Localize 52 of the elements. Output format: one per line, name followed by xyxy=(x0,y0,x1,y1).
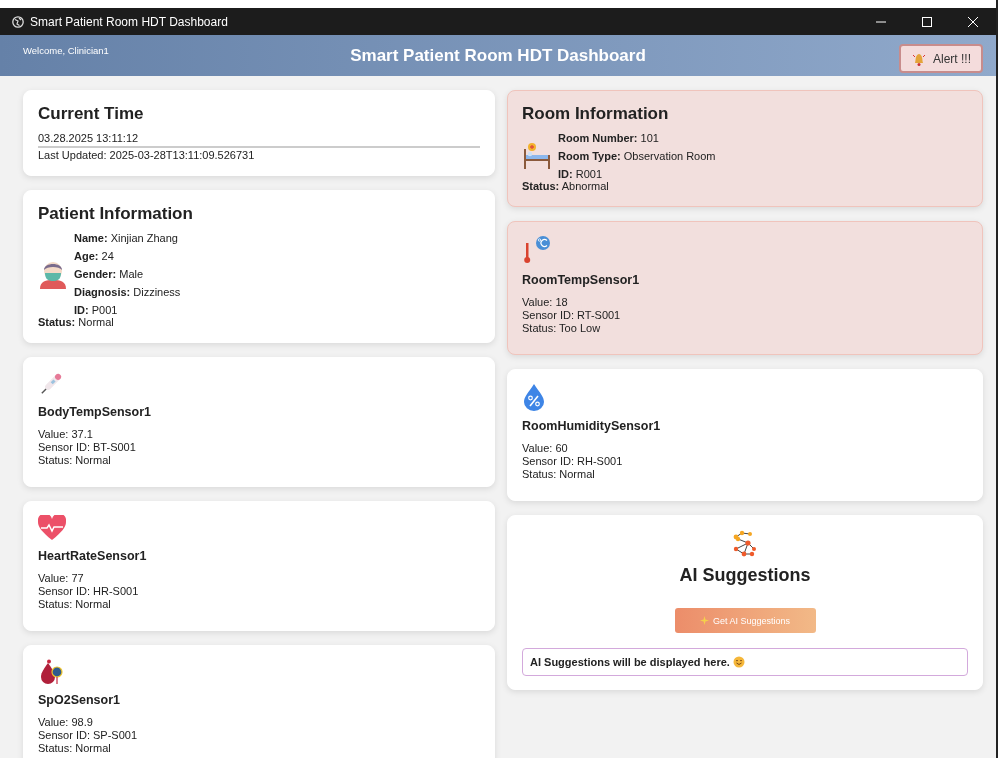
current-time: 03.28.2025 13:11:12 xyxy=(38,132,140,145)
patient-field: Age: 24 xyxy=(74,250,181,262)
sensor-name: RoomTempSensor1 xyxy=(522,273,641,287)
welcome-text: Welcome, Clinician1 xyxy=(23,45,109,56)
patient-field: ID: P001 xyxy=(74,304,181,316)
thermometer-icon xyxy=(522,235,552,265)
sensor-value: Value: 98.9 xyxy=(38,716,94,729)
smiley-icon xyxy=(732,656,745,668)
sparkle-icon xyxy=(699,616,709,625)
close-icon xyxy=(968,16,978,27)
card-title: Room Information xyxy=(522,104,670,124)
masked-person-icon xyxy=(38,259,68,289)
card-title: Current Time xyxy=(38,104,145,124)
globe-icon xyxy=(12,15,24,28)
humidity-drop-icon xyxy=(522,383,546,411)
sensor-name: BodyTempSensor1 xyxy=(38,405,152,419)
room-status: Status: Abnormal xyxy=(522,180,609,192)
sensor-status: Status: Normal xyxy=(38,598,112,611)
maximize-icon xyxy=(922,16,932,27)
sensor-status: Status: Normal xyxy=(38,454,112,467)
patient-status: Status: Normal xyxy=(38,316,114,328)
sensor-name: HeartRateSensor1 xyxy=(38,549,148,563)
alert-button[interactable]: Alert !!! xyxy=(899,44,983,73)
last-updated: Last Updated: 2025-03-28T13:11:09.526731 xyxy=(38,149,256,162)
patient-field: Name: Xinjian Zhang xyxy=(74,232,181,244)
sensor-id: Sensor ID: BT-S001 xyxy=(38,441,137,454)
sensor-id: Sensor ID: RH-S001 xyxy=(522,455,624,468)
card-title: AI Suggestions xyxy=(679,565,811,586)
window-title: Smart Patient Room HDT Dashboard xyxy=(30,14,229,29)
hospital-bed-icon xyxy=(522,141,552,171)
sensor-value: Value: 37.1 xyxy=(38,428,94,441)
sensor-status: Status: Too Low xyxy=(522,322,602,335)
sensor-status: Status: Normal xyxy=(38,742,112,755)
patient-field: Diagnosis: Dizziness xyxy=(74,286,181,298)
room-field: Room Number: 101 xyxy=(558,132,716,144)
suggestions-text: AI Suggestions will be displayed here. xyxy=(530,656,730,668)
sensor-value: Value: 18 xyxy=(522,296,569,309)
sensor-name: SpO2Sensor1 xyxy=(38,693,121,707)
sensor-name: RoomHumiditySensor1 xyxy=(522,419,662,433)
blood-oxygen-icon xyxy=(38,659,64,685)
room-field: ID: R001 xyxy=(558,168,716,180)
sensor-value: Value: 77 xyxy=(38,572,85,585)
sensor-id: Sensor ID: SP-S001 xyxy=(38,729,139,742)
heart-icon xyxy=(38,515,66,541)
room-field: Room Type: Observation Room xyxy=(558,150,716,162)
sensor-id: Sensor ID: HR-S001 xyxy=(38,585,140,598)
sensor-id: Sensor ID: RT-S001 xyxy=(522,309,622,322)
dashboard-title: Smart Patient Room HDT Dashboard xyxy=(350,45,646,66)
sensor-status: Status: Normal xyxy=(522,468,596,481)
card-title: Patient Information xyxy=(38,204,194,224)
patient-field: Gender: Male xyxy=(74,268,181,280)
sensor-value: Value: 60 xyxy=(522,442,569,455)
